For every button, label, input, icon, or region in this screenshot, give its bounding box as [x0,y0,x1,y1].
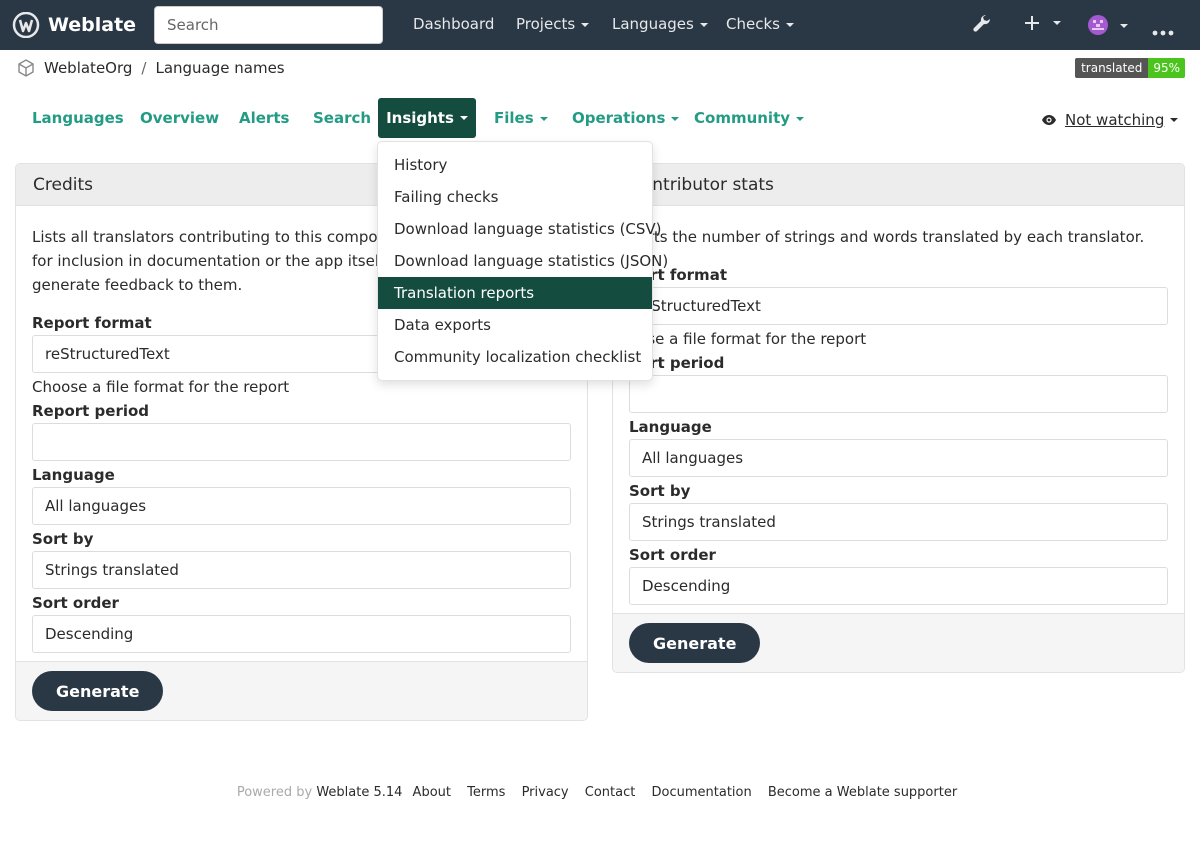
footer-supporter-link[interactable]: Become a Weblate supporter [768,785,957,800]
tab-operations[interactable]: Operations [572,109,680,127]
footer-terms-link[interactable]: Terms [467,785,505,800]
nav-dashboard-label: Dashboard [413,15,495,33]
stats-generate-button[interactable]: Generate [629,623,761,663]
credits-order-label: Sort order [32,594,119,612]
nav-projects[interactable]: Projects [516,15,590,33]
chevron-down-icon [581,22,590,27]
menu-item-download-json[interactable]: Download language statistics (JSON) [378,245,668,277]
tab-operations-label: Operations [572,109,666,127]
chevron-down-icon [459,116,468,120]
chevron-down-icon [539,116,548,121]
chevron-down-icon [1052,21,1061,25]
footer-documentation-link[interactable]: Documentation [652,785,752,800]
stats-period-label: port period [629,354,725,372]
breadcrumb-project[interactable]: WeblateOrg [44,59,132,77]
nav-checks[interactable]: Checks [726,15,794,33]
user-avatar-icon [1088,15,1108,35]
chevron-down-icon [796,116,805,121]
user-menu-button[interactable] [1087,14,1128,40]
tab-search[interactable]: Search [313,109,371,127]
menu-item-community-checklist[interactable]: Community localization checklist [378,341,652,373]
breadcrumb-separator: / [141,59,147,77]
top-navbar: Weblate Search Dashboard Projects Langua… [0,0,1200,50]
stats-sortby-label: Sort by [629,482,691,500]
nav-languages[interactable]: Languages [612,15,708,33]
stats-title: Contributor stats [613,164,1184,206]
footer-powered-by: Powered by [236,785,313,800]
stats-period-input[interactable] [629,375,1168,413]
nav-languages-label: Languages [612,15,694,33]
stats-sortby-select[interactable]: Strings translated [629,503,1168,541]
nav-projects-label: Projects [516,15,576,33]
stats-format-select[interactable]: eStructuredText [629,287,1168,325]
stats-description: ports the number of strings and words tr… [629,228,1145,246]
credits-sortby-label: Sort by [32,530,94,548]
badge-label: translated [1075,58,1149,78]
tab-community[interactable]: Community [694,109,805,127]
project-icon [18,59,34,77]
footer-contact-link[interactable]: Contact [585,785,636,800]
menu-item-translation-reports[interactable]: Translation reports [378,277,652,309]
stats-language-label: Language [629,418,712,436]
tab-overview[interactable]: Overview [140,109,219,127]
tab-insights[interactable]: Insights [378,98,476,138]
chevron-down-icon [671,116,680,121]
badge-value: 95% [1148,58,1185,78]
tab-community-label: Community [694,109,791,127]
menu-item-history[interactable]: History [378,149,652,181]
breadcrumb: WeblateOrg / Language names [16,58,285,78]
search-input[interactable]: Search [154,6,383,44]
footer-version-link[interactable]: Weblate 5.14 [316,785,402,800]
footer-privacy-link[interactable]: Privacy [522,785,569,800]
eye-icon [1042,115,1056,125]
credits-language-select[interactable]: All languages [32,487,571,525]
plus-icon [1025,16,1039,30]
contributor-stats-panel: Contributor stats ports the number of st… [612,163,1185,673]
credits-sortby-select[interactable]: Strings translated [32,551,571,589]
stats-format-help: oose a file format for the report [629,330,867,348]
add-menu-button[interactable] [1024,15,1061,35]
stats-format-label: port format [629,266,727,284]
nav-checks-label: Checks [726,15,780,33]
brand-name: Weblate [48,14,137,36]
tab-files-label: Files [494,109,534,127]
footer: Powered by Weblate 5.14 About Terms Priv… [0,785,1200,800]
nav-dashboard[interactable]: Dashboard [413,15,494,33]
more-icon[interactable] [1152,22,1174,40]
watch-button[interactable]: Not watching [1041,111,1179,129]
credits-period-label: Report period [32,402,150,420]
weblate-logo-icon [12,12,40,38]
chevron-down-icon [785,22,794,27]
chevron-down-icon [699,22,708,27]
wrench-icon[interactable] [972,13,992,39]
watch-label: Not watching [1065,111,1165,129]
chevron-down-icon [1119,24,1128,28]
menu-item-failing-checks[interactable]: Failing checks [378,181,652,213]
stats-order-label: Sort order [629,546,716,564]
credits-order-select[interactable]: Descending [32,615,571,653]
credits-language-label: Language [32,466,115,484]
stats-language-select[interactable]: All languages [629,439,1168,477]
tab-alerts[interactable]: Alerts [239,109,289,127]
credits-generate-button[interactable]: Generate [32,671,164,711]
brand-link[interactable]: Weblate [12,12,136,38]
footer-about-link[interactable]: About [413,785,451,800]
breadcrumb-component[interactable]: Language names [155,59,284,77]
stats-order-select[interactable]: Descending [629,567,1168,605]
insights-dropdown-menu: History Failing checks Download language… [377,141,668,381]
tab-insights-label: Insights [386,109,454,127]
tab-files[interactable]: Files [494,109,548,127]
menu-item-data-exports[interactable]: Data exports [378,309,652,341]
menu-item-download-csv[interactable]: Download language statistics (CSV) [378,213,662,245]
chevron-down-icon [1170,118,1179,122]
tab-languages[interactable]: Languages [32,109,124,127]
translation-status-badge[interactable]: translated 95% [1075,58,1185,78]
credits-period-input[interactable] [32,423,571,461]
